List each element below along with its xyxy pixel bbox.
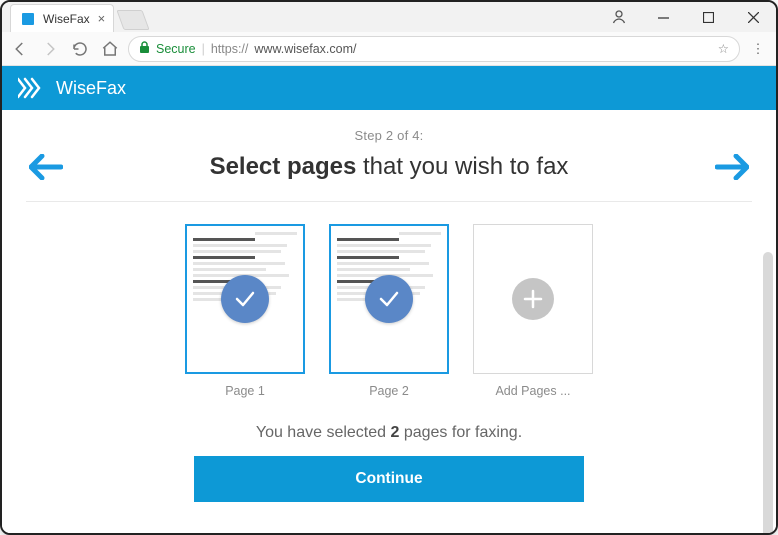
page-heading: Select pages that you wish to fax — [210, 153, 569, 181]
pages-row: Page 1 Page 2 — [185, 224, 593, 398]
page-thumbnail-2[interactable] — [329, 224, 449, 374]
add-pages-label: Add Pages ... — [495, 384, 570, 398]
new-tab-button[interactable] — [117, 10, 150, 30]
page-item-1: Page 1 — [185, 224, 305, 398]
plus-icon — [512, 278, 554, 320]
secure-label: Secure — [156, 42, 196, 56]
next-step-button[interactable] — [712, 147, 752, 187]
selected-check-icon — [221, 275, 269, 323]
home-icon[interactable] — [98, 37, 122, 61]
url-input[interactable]: Secure | https://www.wisefax.com/ ☆ — [128, 36, 740, 62]
step-label: Step 2 of 4: — [355, 128, 424, 143]
lock-icon — [139, 41, 150, 57]
close-tab-icon[interactable]: × — [98, 11, 106, 26]
brand-logo[interactable]: WiseFax — [18, 77, 126, 99]
brand-bar: WiseFax — [2, 66, 776, 110]
forward-icon — [38, 37, 62, 61]
browser-tab[interactable]: WiseFax × — [10, 4, 114, 32]
tab-favicon-icon — [21, 12, 35, 26]
page-item-add: Add Pages ... — [473, 224, 593, 398]
account-icon[interactable] — [596, 2, 641, 32]
tab-title-label: WiseFax — [43, 12, 90, 26]
selected-pre: You have selected — [256, 424, 391, 441]
brand-mark-icon — [18, 77, 46, 99]
kebab-menu-icon[interactable]: ⋮ — [746, 41, 770, 57]
minimize-icon[interactable] — [641, 2, 686, 32]
star-icon[interactable]: ☆ — [718, 41, 729, 56]
url-rest: www.wisefax.com/ — [254, 42, 356, 56]
divider — [26, 201, 752, 202]
main-content: Step 2 of 4: Select pages that you wish … — [2, 110, 776, 533]
continue-button[interactable]: Continue — [194, 456, 584, 502]
brand-name-label: WiseFax — [56, 78, 126, 99]
heading-rest: that you wish to fax — [356, 153, 568, 180]
heading-bold: Select pages — [210, 153, 357, 180]
scrollbar[interactable] — [763, 250, 773, 533]
reload-icon[interactable] — [68, 37, 92, 61]
selected-post: pages for faxing. — [399, 424, 522, 441]
add-pages-button[interactable] — [473, 224, 593, 374]
back-icon[interactable] — [8, 37, 32, 61]
previous-step-button[interactable] — [26, 147, 66, 187]
browser-window: WiseFax × — [0, 0, 778, 535]
close-window-icon[interactable] — [731, 2, 776, 32]
maximize-icon[interactable] — [686, 2, 731, 32]
scrollbar-thumb[interactable] — [763, 252, 773, 533]
page-2-label: Page 2 — [369, 384, 409, 398]
url-prefix: https:// — [211, 42, 249, 56]
page-1-label: Page 1 — [225, 384, 265, 398]
address-bar: Secure | https://www.wisefax.com/ ☆ ⋮ — [2, 32, 776, 66]
selected-summary: You have selected 2 pages for faxing. — [256, 424, 522, 442]
tab-strip: WiseFax × — [2, 2, 776, 32]
continue-label: Continue — [355, 470, 422, 488]
heading-row: Select pages that you wish to fax — [26, 147, 752, 187]
page-thumbnail-1[interactable] — [185, 224, 305, 374]
selected-check-icon — [365, 275, 413, 323]
page-item-2: Page 2 — [329, 224, 449, 398]
